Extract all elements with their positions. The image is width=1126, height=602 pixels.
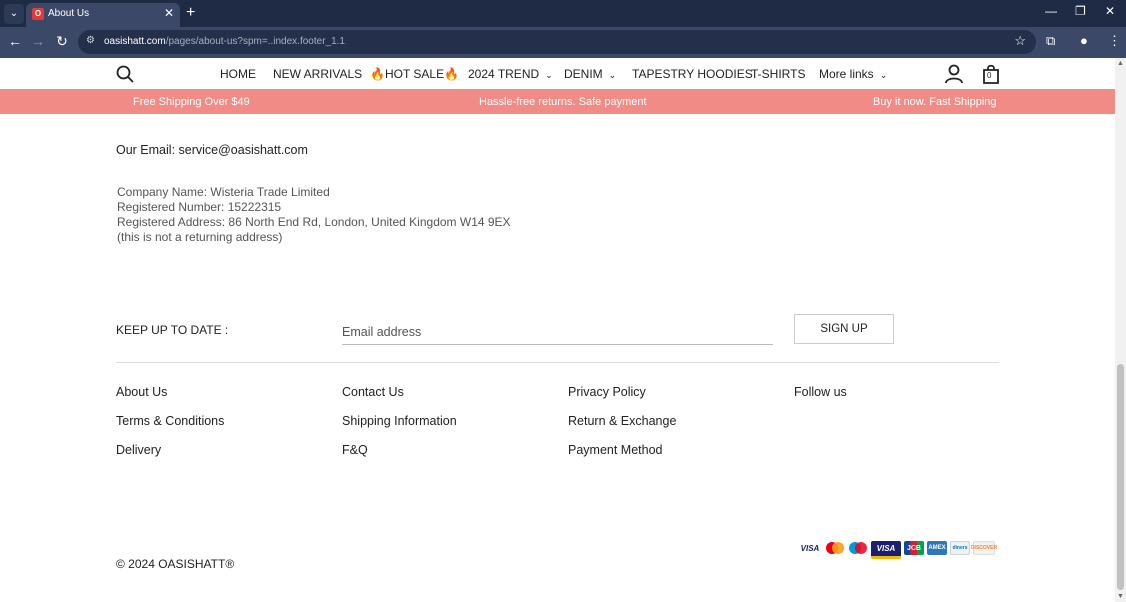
scroll-up-arrow-icon[interactable]: ▲ [1115, 60, 1126, 67]
address-bar[interactable]: ⚙ oasishatt.com/pages/about-us?spm=..ind… [78, 30, 1036, 54]
url-path: /pages/about-us?spm=..index.footer_1.1 [165, 36, 345, 47]
chevron-down-icon: ⌄ [545, 70, 553, 80]
menu-kebab-icon[interactable]: ⋮ [1108, 33, 1121, 49]
nav-t-shirts[interactable]: T-SHIRTS [751, 67, 805, 81]
jcb-icon: JCB [904, 541, 924, 555]
restore-icon[interactable]: ❐ [1075, 4, 1086, 18]
window-close-icon[interactable]: ✕ [1105, 4, 1115, 18]
footer-link-about-us[interactable]: About Us [116, 385, 167, 399]
footer-link-payment-method[interactable]: Payment Method [568, 443, 663, 457]
nav-denim-label: DENIM [564, 67, 603, 81]
contact-email: Our Email: service@oasishatt.com [116, 143, 308, 157]
chevron-down-icon: ⌄ [879, 70, 888, 80]
mastercard-icon [825, 541, 845, 555]
tab-title: About Us [48, 8, 90, 19]
search-icon[interactable] [116, 65, 134, 83]
nav-new-arrivals[interactable]: NEW ARRIVALS [273, 67, 362, 81]
cart-count-badge: 0 [987, 71, 992, 80]
browser-toolbar: ← → ↻ ⚙ oasishatt.com/pages/about-us?spm… [0, 27, 1126, 58]
url-text[interactable]: oasishatt.com/pages/about-us?spm=..index… [104, 36, 345, 47]
browser-tab-bar: ⌄ O About Us ✕ + — ❐ ✕ [0, 0, 1126, 27]
page-scrollbar[interactable]: ▲ ▼ [1115, 58, 1126, 602]
new-tab-plus-icon[interactable]: + [186, 4, 195, 22]
reload-icon[interactable]: ↻ [53, 33, 71, 50]
scroll-thumb[interactable] [1117, 364, 1124, 590]
company-name: Company Name: Wisteria Trade Limited [117, 185, 330, 199]
nav-home[interactable]: HOME [220, 67, 256, 81]
footer-link-contact-us[interactable]: Contact Us [342, 385, 404, 399]
payment-methods: VISA VISA JCB AMEX diners DISCOVER [798, 541, 997, 559]
nav-tapestry-hoodies[interactable]: TAPESTRY HOODIES [632, 67, 753, 81]
nav-hot-sale[interactable]: 🔥HOT SALE🔥 [370, 67, 459, 81]
nav-2024-trend[interactable]: 2024 TREND ⌄ [468, 67, 553, 81]
favicon-icon: O [32, 8, 44, 20]
tab-close-icon[interactable]: ✕ [164, 6, 174, 20]
promo-returns: Hassle-free returns. Safe payment [479, 96, 647, 108]
footer-follow-us: Follow us [794, 385, 847, 399]
newsletter-email-input[interactable] [342, 319, 773, 345]
site-info-icon[interactable]: ⚙ [86, 35, 98, 47]
footer-link-return-exchange[interactable]: Return & Exchange [568, 414, 676, 428]
extensions-icon[interactable]: ⧉ [1046, 33, 1055, 49]
nav-more-links-label: More links [819, 67, 874, 81]
nav-more-links[interactable]: More links ⌄ [819, 67, 887, 81]
chevron-down-icon: ⌄ [608, 70, 617, 80]
forward-arrow-icon[interactable]: → [29, 33, 47, 49]
amex-icon: AMEX [927, 541, 947, 555]
promo-fast-shipping: Buy it now. Fast Shipping [873, 96, 997, 108]
footer-link-privacy-policy[interactable]: Privacy Policy [568, 385, 646, 399]
maestro-icon [848, 541, 868, 555]
account-icon[interactable] [945, 64, 963, 84]
promo-free-shipping: Free Shipping Over $49 [133, 96, 250, 108]
footer-divider [116, 362, 999, 363]
company-registered-address: Registered Address: 86 North End Rd, Lon… [117, 215, 511, 229]
visa-icon: VISA [800, 543, 820, 553]
company-info: Company Name: Wisteria Trade Limited Reg… [117, 185, 511, 245]
footer-link-shipping-info[interactable]: Shipping Information [342, 414, 457, 428]
minimize-icon[interactable]: — [1045, 4, 1057, 18]
visa-card-icon: VISA [871, 541, 901, 559]
sign-up-button[interactable]: SIGN UP [794, 314, 894, 344]
footer-link-terms[interactable]: Terms & Conditions [116, 414, 224, 428]
back-arrow-icon[interactable]: ← [6, 33, 24, 49]
scroll-down-arrow-icon[interactable]: ▼ [1115, 593, 1126, 600]
site-header: HOME NEW ARRIVALS 🔥HOT SALE🔥 2024 TREND ⌄… [0, 58, 1115, 89]
footer-link-delivery[interactable]: Delivery [116, 443, 161, 457]
browser-tab[interactable]: O About Us ✕ [26, 3, 180, 27]
diners-club-icon: diners [950, 541, 970, 555]
promo-bar: Free Shipping Over $49 Hassle-free retur… [0, 89, 1115, 114]
profile-icon[interactable]: ● [1080, 33, 1088, 48]
discover-icon: DISCOVER [971, 541, 997, 555]
company-address-note: (this is not a returning address) [117, 230, 283, 244]
company-registered-number: Registered Number: 15222315 [117, 200, 282, 214]
tab-list-chevron-down-icon[interactable]: ⌄ [4, 4, 24, 24]
footer-link-faq[interactable]: F&Q [342, 443, 368, 457]
copyright: © 2024 OASISHATT® [116, 557, 235, 571]
newsletter-label: KEEP UP TO DATE : [116, 323, 229, 337]
nav-2024-trend-label: 2024 TREND [468, 67, 540, 81]
url-host: oasishatt.com [104, 36, 166, 47]
page-content: Our Email: service@oasishatt.com Company… [0, 114, 1115, 602]
nav-denim[interactable]: DENIM ⌄ [564, 67, 616, 81]
bookmark-star-icon[interactable]: ☆ [1014, 33, 1026, 49]
